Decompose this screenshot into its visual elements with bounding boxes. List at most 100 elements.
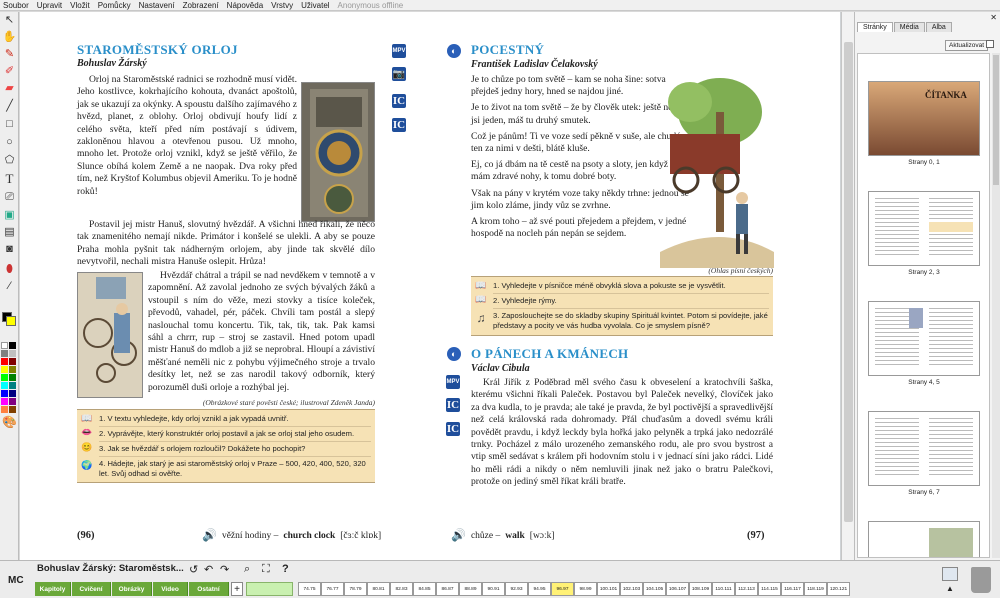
menu-vrstvy[interactable]: Vrstvy bbox=[271, 0, 293, 10]
hand-icon[interactable]: ✋ bbox=[3, 31, 17, 44]
color-navy[interactable] bbox=[9, 390, 16, 397]
line-icon[interactable]: ╱ bbox=[3, 100, 16, 113]
thumbnail-item[interactable]: Strany 4, 5 bbox=[868, 301, 980, 386]
ellipse-icon[interactable]: ○ bbox=[3, 136, 16, 149]
mpv-video-icon[interactable]: MPV bbox=[446, 375, 460, 389]
trash-icon[interactable] bbox=[971, 567, 991, 593]
current-color-swatch[interactable] bbox=[2, 312, 16, 340]
close-icon[interactable]: ✕ bbox=[990, 13, 997, 22]
color-black[interactable] bbox=[9, 342, 16, 349]
page-button[interactable]: 88.89 bbox=[459, 582, 482, 596]
menu-zobrazeni[interactable]: Zobrazení bbox=[183, 0, 219, 10]
page-button[interactable]: 108.109 bbox=[689, 582, 712, 596]
category-chapters[interactable]: Kapitoly bbox=[35, 582, 71, 596]
page-button[interactable]: 100.101 bbox=[597, 582, 620, 596]
page-button[interactable]: 98.99 bbox=[574, 582, 597, 596]
page-input[interactable] bbox=[246, 582, 293, 596]
page-button[interactable]: 106.107 bbox=[666, 582, 689, 596]
color-gray[interactable] bbox=[1, 350, 8, 357]
rotate-left-icon[interactable]: ↺ bbox=[189, 563, 198, 576]
speaker-icon[interactable]: 🔊 bbox=[451, 528, 466, 543]
color-blue[interactable] bbox=[1, 390, 8, 397]
pointer-icon[interactable]: ↖ bbox=[3, 14, 16, 27]
menu-vlozit[interactable]: Vložit bbox=[70, 0, 90, 10]
page-button[interactable]: 96.97 bbox=[551, 582, 574, 596]
category-images[interactable]: Obrázky bbox=[112, 582, 152, 596]
page-button[interactable]: 116.117 bbox=[781, 582, 804, 596]
page-button[interactable]: 120.121 bbox=[827, 582, 850, 596]
search-icon[interactable]: ⌕ bbox=[244, 563, 250, 576]
interactive-content-icon[interactable]: IC bbox=[446, 398, 460, 412]
fill-icon[interactable]: ⬮ bbox=[3, 263, 16, 276]
thumbnail-item[interactable] bbox=[868, 521, 980, 557]
text-icon[interactable]: T bbox=[3, 172, 16, 185]
category-other[interactable]: Ostatní bbox=[189, 582, 229, 596]
speaker-icon[interactable]: 🔊 bbox=[202, 528, 217, 543]
screenshot-icon[interactable]: ⎚ bbox=[3, 191, 16, 204]
menu-napoveda[interactable]: Nápověda bbox=[227, 0, 263, 10]
pen-icon[interactable]: ✎ bbox=[3, 48, 16, 61]
undo-icon[interactable]: ↶ bbox=[204, 563, 213, 576]
color-lime[interactable] bbox=[1, 374, 8, 381]
color-brown[interactable] bbox=[9, 406, 16, 413]
tab-media[interactable]: Média bbox=[893, 22, 925, 32]
audio-play-icon[interactable]: ◐ bbox=[447, 44, 461, 58]
menu-uzivatel[interactable]: Uživatel bbox=[301, 0, 329, 10]
page-button[interactable]: 110.111 bbox=[712, 582, 735, 596]
page-button[interactable]: 94.95 bbox=[528, 582, 551, 596]
refresh-button[interactable]: Aktualizovat bbox=[945, 40, 989, 51]
page-button[interactable]: 118.119 bbox=[804, 582, 827, 596]
page-button[interactable]: 84.85 bbox=[413, 582, 436, 596]
page-button[interactable]: 92.93 bbox=[505, 582, 528, 596]
menu-soubor[interactable]: Soubor bbox=[3, 0, 29, 10]
page-button[interactable]: 114.115 bbox=[758, 582, 781, 596]
polygon-icon[interactable]: ⬠ bbox=[3, 154, 16, 167]
page-button[interactable]: 78.79 bbox=[344, 582, 367, 596]
color-olive[interactable] bbox=[9, 366, 16, 373]
fullscreen-icon[interactable]: ⛶ bbox=[262, 563, 270, 576]
page-button[interactable]: 82.83 bbox=[390, 582, 413, 596]
audio-play-icon[interactable]: ◐ bbox=[447, 347, 461, 361]
interactive-content-icon[interactable]: IC bbox=[392, 94, 406, 108]
page-button[interactable]: 74.75 bbox=[298, 582, 321, 596]
color-red[interactable] bbox=[1, 358, 8, 365]
page-button[interactable]: 112.113 bbox=[735, 582, 758, 596]
auto-refresh-checkbox[interactable] bbox=[986, 40, 994, 48]
color-cyan[interactable] bbox=[1, 382, 8, 389]
color-purple[interactable] bbox=[9, 398, 16, 405]
redo-icon[interactable]: ↷ bbox=[220, 563, 229, 576]
color-orange[interactable] bbox=[1, 406, 8, 413]
palette-icon[interactable]: 🎨 bbox=[2, 415, 17, 428]
page-button[interactable]: 104.105 bbox=[643, 582, 666, 596]
marker-icon[interactable]: ✐ bbox=[3, 65, 16, 78]
menu-upravit[interactable]: Upravit bbox=[37, 0, 62, 10]
color-white[interactable] bbox=[1, 342, 8, 349]
color-silver[interactable] bbox=[9, 350, 16, 357]
camera-icon[interactable]: ◙ bbox=[3, 243, 16, 256]
thumbnail-item[interactable]: ČÍTANKA Strany 0, 1 bbox=[868, 81, 980, 166]
category-video[interactable]: Video bbox=[153, 582, 188, 596]
camera-gallery-icon[interactable]: 📷 bbox=[392, 67, 406, 81]
page-button[interactable]: 80.81 bbox=[367, 582, 390, 596]
image-icon[interactable]: ▣ bbox=[3, 209, 16, 222]
frame-icon[interactable]: ▤ bbox=[3, 226, 16, 239]
color-maroon[interactable] bbox=[9, 358, 16, 365]
color-green[interactable] bbox=[9, 374, 16, 381]
help-icon[interactable]: ? bbox=[282, 563, 289, 575]
color-magenta[interactable] bbox=[1, 398, 8, 405]
mpv-video-icon[interactable]: MPV bbox=[392, 44, 406, 58]
category-exercises[interactable]: Cvičení bbox=[72, 582, 111, 596]
scroll-thumb[interactable] bbox=[844, 42, 853, 522]
screen-icon[interactable] bbox=[942, 567, 958, 581]
color-teal[interactable] bbox=[9, 382, 16, 389]
menu-nastaveni[interactable]: Nastavení bbox=[139, 0, 175, 10]
interactive-content-icon[interactable]: IC bbox=[392, 118, 406, 132]
add-icon[interactable]: + bbox=[231, 582, 243, 596]
scroll-thumb[interactable] bbox=[993, 55, 999, 185]
page-button[interactable]: 102.103 bbox=[620, 582, 643, 596]
tab-albums[interactable]: Alba bbox=[925, 22, 952, 32]
color-yellow[interactable] bbox=[1, 366, 8, 373]
thumbnail-item[interactable]: Strany 6, 7 bbox=[868, 411, 980, 496]
sidebar-scrollbar[interactable] bbox=[992, 53, 1000, 558]
page-button[interactable]: 76.77 bbox=[321, 582, 344, 596]
